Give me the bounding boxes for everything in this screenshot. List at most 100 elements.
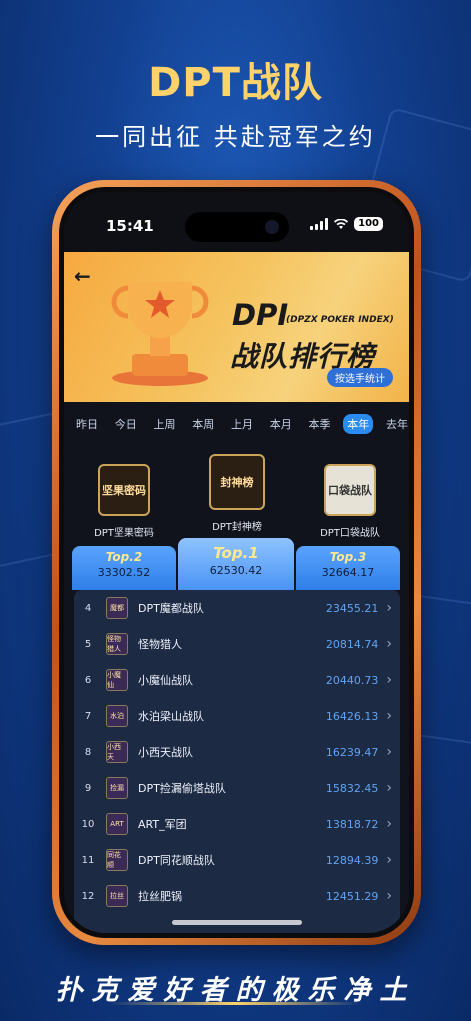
team-score: 16426.13: [325, 709, 379, 723]
team-name: DPT捡漏偷塔战队: [138, 782, 226, 795]
list-item[interactable]: 6 小魔仙 小魔仙战队 20440.73 ›: [74, 662, 400, 698]
list-item[interactable]: 11 同花顺 DPT同花顺战队 12894.39 ›: [74, 842, 400, 878]
chevron-right-icon: ›: [386, 744, 392, 760]
period-tabs: 昨日 今日 上周 本周 上月 本月 本季 本年 去年: [72, 414, 409, 434]
chevron-right-icon: ›: [386, 708, 392, 724]
team-name: DPT坚果密码: [94, 528, 154, 539]
promo-subtitle: 一同出征 共赴冠军之约: [95, 123, 376, 151]
team-logo: 封神榜: [209, 454, 265, 510]
rank-number: 12: [81, 890, 95, 902]
team-avatar: 同花顺: [106, 849, 128, 871]
ranking-list: 4 魔都 DPT魔都战队 23455.21 › 5 怪物猎人 怪物猎人 2081…: [74, 590, 400, 933]
phone-frame: 15:41 100 ← DPI (DPZX POKER INDEX) 战队排行榜…: [52, 180, 421, 945]
rank-number: 7: [84, 710, 92, 722]
list-item[interactable]: 7 水泊 水泊梁山战队 16426.13 ›: [74, 698, 400, 734]
rank-number: 11: [81, 854, 95, 866]
chevron-right-icon: ›: [386, 852, 392, 868]
rank-score: 62530.42: [209, 564, 263, 577]
promo-title: DPT战队: [148, 60, 323, 106]
team-name: DPT魔都战队: [138, 602, 204, 615]
top-rank-scores: Top.2 33302.52 Top.1 62530.42 Top.3 3266…: [64, 538, 409, 590]
trophy-icon: [111, 282, 209, 386]
list-item[interactable]: 5 怪物猎人 怪物猎人 20814.74 ›: [74, 626, 400, 662]
signal-icon: [310, 218, 329, 230]
banner-brand-subtitle: (DPZX POKER INDEX): [286, 315, 394, 325]
chevron-right-icon: ›: [386, 636, 392, 652]
team-score: 23455.21: [325, 601, 379, 615]
team-logo: 坚果密码: [98, 464, 150, 516]
team-avatar: 怪物猎人: [106, 633, 128, 655]
chevron-right-icon: ›: [386, 600, 392, 616]
tab-this-quarter[interactable]: 本季: [305, 414, 335, 434]
banner-brand: DPI: [232, 298, 289, 332]
ranking-banner: ← DPI (DPZX POKER INDEX) 战队排行榜 按选手统计: [64, 252, 409, 402]
tab-today[interactable]: 今日: [111, 414, 141, 434]
team-score: 12894.39: [325, 853, 379, 867]
team-name: 小魔仙战队: [138, 674, 193, 687]
team-avatar: ART: [106, 813, 128, 835]
team-score: 13818.72: [325, 817, 379, 831]
team-name: 水泊梁山战队: [138, 710, 204, 723]
team-avatar: 拉丝: [106, 885, 128, 907]
battery-icon: 100: [354, 217, 383, 231]
rank-label: Top.2: [105, 550, 143, 564]
team-avatar: 小魔仙: [106, 669, 128, 691]
tab-last-week[interactable]: 上周: [150, 414, 180, 434]
team-name: 怪物猎人: [138, 638, 182, 651]
team-logo: 口袋战队: [324, 464, 376, 516]
wifi-icon: [334, 218, 349, 229]
list-item[interactable]: 10 ART ART_军团 13818.72 ›: [74, 806, 400, 842]
rank-score: 33302.52: [97, 566, 151, 579]
rank-card-top2[interactable]: Top.2 33302.52: [72, 546, 176, 590]
rank-number: 9: [84, 782, 92, 794]
list-item[interactable]: 8 小西天 小西天战队 16239.47 ›: [74, 734, 400, 770]
tab-this-week[interactable]: 本周: [188, 414, 218, 434]
home-indicator: [172, 920, 302, 925]
player-stats-button[interactable]: 按选手统计: [327, 368, 393, 387]
tab-this-month[interactable]: 本月: [266, 414, 296, 434]
dynamic-island: [185, 212, 289, 242]
list-item[interactable]: 9 捡漏 DPT捡漏偷塔战队 15832.45 ›: [74, 770, 400, 806]
rank-number: 5: [84, 638, 92, 650]
team-score: 20814.74: [325, 637, 379, 651]
app-screen: 15:41 100 ← DPI (DPZX POKER INDEX) 战队排行榜…: [64, 192, 409, 933]
tab-this-year[interactable]: 本年: [343, 414, 374, 434]
status-bar: 15:41 100: [64, 192, 409, 252]
team-name: DPT封神榜: [212, 522, 262, 533]
tab-last-month[interactable]: 上月: [227, 414, 257, 434]
team-score: 20440.73: [325, 673, 379, 687]
team-name: 小西天战队: [138, 746, 193, 759]
rank-label: Top.3: [329, 550, 367, 564]
tab-yesterday[interactable]: 昨日: [72, 414, 102, 434]
list-item[interactable]: 4 魔都 DPT魔都战队 23455.21 ›: [74, 590, 400, 626]
team-name: ART_军团: [138, 818, 187, 831]
back-arrow-icon[interactable]: ←: [74, 264, 91, 288]
team-score: 16239.47: [325, 745, 379, 759]
team-name: DPT同花顺战队: [138, 854, 215, 867]
chevron-right-icon: ›: [386, 816, 392, 832]
chevron-right-icon: ›: [386, 888, 392, 904]
rank-number: 4: [84, 602, 92, 614]
team-avatar: 小西天: [106, 741, 128, 763]
rank-number: 6: [84, 674, 92, 686]
team-name: 拉丝肥锅: [138, 890, 182, 903]
team-score: 12451.29: [325, 889, 379, 903]
podium-first[interactable]: 封神榜 DPT封神榜: [182, 454, 292, 533]
team-score: 15832.45: [325, 781, 379, 795]
podium-second[interactable]: 坚果密码 DPT坚果密码: [69, 464, 179, 539]
chevron-right-icon: ›: [386, 672, 392, 688]
tab-last-year[interactable]: 去年: [382, 414, 409, 434]
footer-underline: [110, 1002, 360, 1005]
rank-card-top1[interactable]: Top.1 62530.42: [178, 538, 294, 590]
team-name: DPT口袋战队: [320, 528, 380, 539]
list-item[interactable]: 12 拉丝 拉丝肥锅 12451.29 ›: [74, 878, 400, 914]
rank-number: 10: [81, 818, 95, 830]
team-avatar: 魔都: [106, 597, 128, 619]
rank-card-top3[interactable]: Top.3 32664.17: [296, 546, 400, 590]
team-avatar: 捡漏: [106, 777, 128, 799]
chevron-right-icon: ›: [386, 780, 392, 796]
status-time: 15:41: [106, 217, 154, 235]
rank-number: 8: [84, 746, 92, 758]
rank-score: 32664.17: [321, 566, 375, 579]
podium-third[interactable]: 口袋战队 DPT口袋战队: [295, 464, 405, 539]
